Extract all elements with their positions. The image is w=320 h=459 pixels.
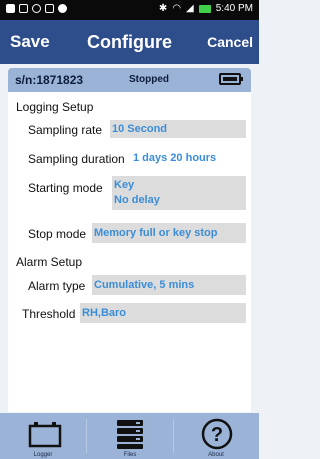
- wifi-icon: ◠: [172, 3, 182, 14]
- starting-mode-value: Key: [114, 179, 135, 191]
- bottom-nav: Logger Files ? About: [0, 413, 259, 459]
- system-icons: ✱ ◠ ◢ 5:40 PM: [159, 3, 253, 14]
- clock: 5:40 PM: [215, 3, 253, 14]
- status-bar: ✱ ◠ ◢ 5:40 PM: [0, 0, 259, 20]
- nav-files[interactable]: Files: [87, 413, 173, 459]
- sampling-rate-value: 10 Second: [112, 123, 168, 135]
- nav-logger[interactable]: Logger: [0, 413, 86, 459]
- threshold-field[interactable]: RH,Baro: [80, 303, 246, 323]
- notification-icon: [6, 4, 15, 13]
- nav-about-label: About: [208, 452, 224, 458]
- alarm-type-field[interactable]: Cumulative, 5 mins: [92, 275, 246, 295]
- battery-full-icon: [219, 73, 243, 85]
- nav-logger-label: Logger: [33, 452, 53, 458]
- alarm-type-value: Cumulative, 5 mins: [94, 279, 195, 291]
- device-status: Stopped: [129, 74, 169, 85]
- notification-icons: [6, 4, 67, 13]
- starting-delay-value: No delay: [114, 194, 160, 206]
- svg-text:?: ?: [211, 424, 223, 446]
- notification-icon: [32, 4, 41, 13]
- notification-icon: [19, 4, 28, 13]
- starting-mode-field[interactable]: Key No delay: [112, 176, 246, 210]
- cancel-button[interactable]: Cancel: [207, 34, 253, 50]
- bluetooth-icon: ✱: [158, 3, 168, 14]
- sampling-rate-label: Sampling rate: [28, 123, 103, 137]
- starting-mode-label: Starting mode: [28, 181, 103, 195]
- logging-setup-heading: Logging Setup: [16, 100, 94, 114]
- threshold-label: Threshold: [22, 307, 76, 321]
- stop-mode-label: Stop mode: [28, 227, 87, 241]
- device-serial: s/n:1871823: [15, 73, 84, 87]
- sampling-duration-value: 1 days 20 hours: [133, 152, 217, 164]
- sampling-rate-field[interactable]: 10 Second: [110, 120, 246, 138]
- logger-icon: [28, 422, 62, 448]
- nav-about[interactable]: ? About: [173, 413, 259, 459]
- alarm-setup-heading: Alarm Setup: [16, 255, 83, 269]
- battery-icon: [198, 4, 211, 13]
- nav-files-label: Files: [123, 452, 137, 458]
- question-icon: ?: [201, 418, 233, 450]
- device-bar: s/n:1871823 Stopped: [8, 68, 251, 92]
- threshold-value: RH,Baro: [82, 307, 127, 319]
- sampling-duration-field[interactable]: 1 days 20 hours: [132, 149, 248, 167]
- stop-mode-value: Memory full or key stop: [94, 227, 218, 239]
- files-icon: [117, 420, 143, 449]
- notification-icon: [58, 4, 67, 13]
- sampling-duration-label: Sampling duration: [28, 152, 125, 166]
- alarm-type-label: Alarm type: [28, 279, 86, 293]
- signal-icon: ◢: [186, 3, 194, 14]
- configure-panel: Logging Setup Sampling rate 10 Second Sa…: [8, 92, 251, 412]
- title-bar: Configure Save Cancel: [0, 20, 259, 64]
- save-button[interactable]: Save: [10, 32, 50, 52]
- notification-icon: [45, 4, 54, 13]
- stop-mode-field[interactable]: Memory full or key stop: [92, 223, 246, 243]
